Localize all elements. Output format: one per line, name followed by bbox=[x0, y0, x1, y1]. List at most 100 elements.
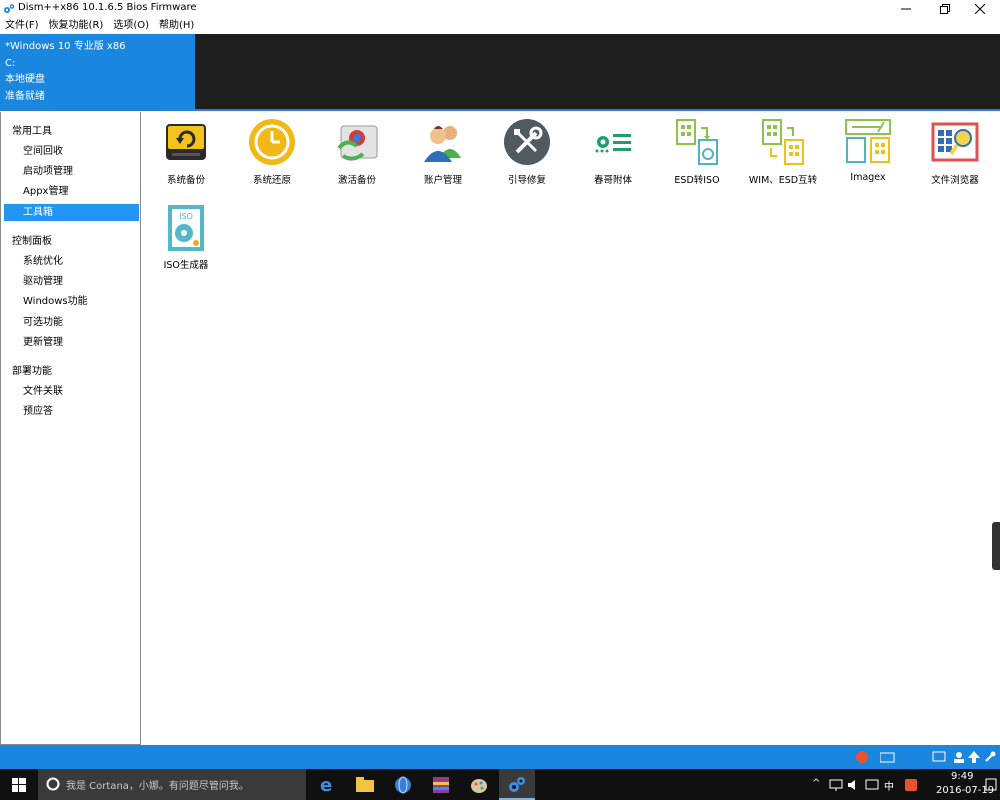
menu-file[interactable]: 文件(F) bbox=[0, 18, 44, 34]
menu-bar: 文件(F) 恢复功能(R) 选项(O) 帮助(H) bbox=[0, 18, 1000, 34]
users-icon bbox=[424, 126, 461, 162]
screen-tray-icon[interactable] bbox=[932, 751, 946, 763]
esd-to-iso-icon bbox=[676, 119, 718, 165]
minimize-button[interactable] bbox=[892, 0, 920, 18]
tool-esd-to-iso[interactable]: ESD转ISO bbox=[653, 113, 741, 193]
taskbar-winrar[interactable] bbox=[423, 769, 459, 800]
wim-esd-convert-icon bbox=[762, 119, 804, 165]
system-info-panel[interactable]: *Windows 10 专业版 x86 C: 本地硬盘 准备就绪 bbox=[0, 34, 195, 109]
tool-boot-repair[interactable]: 引导修复 bbox=[483, 113, 571, 193]
minimize-icon bbox=[901, 8, 911, 10]
sogou-tray-icon[interactable] bbox=[855, 751, 869, 763]
toggle-lines-icon bbox=[595, 134, 631, 153]
globe-icon bbox=[395, 776, 411, 794]
sidebar-item-update-manager[interactable]: 更新管理 bbox=[4, 334, 139, 351]
header-panel: *Windows 10 专业版 x86 C: 本地硬盘 准备就绪 bbox=[0, 34, 1000, 111]
svg-text:ISO: ISO bbox=[179, 212, 193, 221]
taskbar: 我是 Cortana，小娜。有问题尽管问我。 e ^ 中 9:49 2016-0… bbox=[0, 769, 1000, 800]
svg-text:e: e bbox=[320, 776, 332, 794]
search-placeholder: 我是 Cortana，小娜。有问题尽管问我。 bbox=[66, 781, 249, 792]
window-title: Dism++x86 10.1.6.5 Bios Firmware bbox=[18, 2, 197, 13]
people-tray-icon[interactable] bbox=[952, 751, 966, 763]
tool-label: 账户管理 bbox=[423, 175, 462, 186]
tool-label: 文件浏览器 bbox=[931, 175, 979, 186]
sidebar-item-windows-features[interactable]: Windows功能 bbox=[4, 293, 139, 310]
menu-options[interactable]: 选项(O) bbox=[108, 18, 154, 34]
tool-label: 系统还原 bbox=[252, 175, 291, 186]
wrench-screwdriver-icon bbox=[504, 119, 550, 165]
drive-letter: C: bbox=[5, 57, 16, 69]
sidebar-item-toolbox[interactable]: 工具箱 bbox=[4, 204, 139, 221]
network-icon[interactable] bbox=[829, 779, 843, 791]
folder-icon bbox=[356, 777, 374, 792]
os-name: *Windows 10 专业版 x86 bbox=[5, 41, 126, 52]
archive-icon bbox=[433, 777, 449, 793]
palette-icon bbox=[471, 779, 487, 793]
sidebar-group-deployment: 部署功能 bbox=[12, 366, 52, 377]
sidebar-item-optional-features[interactable]: 可选功能 bbox=[4, 314, 139, 331]
sidebar-item-file-association[interactable]: 文件关联 bbox=[4, 383, 139, 400]
volume-icon[interactable] bbox=[847, 779, 861, 791]
sidebar-item-space-cleanup[interactable]: 空间回收 bbox=[4, 143, 139, 160]
iso-generator-icon: ISO bbox=[168, 205, 204, 251]
message-icon[interactable] bbox=[865, 779, 879, 791]
taskbar-file-explorer[interactable] bbox=[347, 769, 383, 800]
disk-type: 本地硬盘 bbox=[5, 74, 45, 85]
tool-iso-generator[interactable]: ISO ISO生成器 bbox=[142, 198, 230, 278]
gear-app-icon bbox=[4, 4, 15, 13]
tool-label: 系统备份 bbox=[166, 175, 205, 186]
tool-label: 激活备份 bbox=[337, 175, 376, 186]
tool-label: 春哥附体 bbox=[593, 175, 632, 186]
sidebar-item-driver-manager[interactable]: 驱动管理 bbox=[4, 273, 139, 290]
tool-system-restore[interactable]: 系统还原 bbox=[228, 113, 316, 193]
tool-imagex[interactable]: Imagex bbox=[824, 113, 912, 193]
gear-icon bbox=[509, 777, 525, 792]
tool-label: 引导修复 bbox=[507, 175, 546, 186]
file-browser-icon bbox=[931, 122, 979, 162]
cortana-icon bbox=[46, 777, 60, 791]
sidebar: 常用工具 空间回收 启动项管理 Appx管理 工具箱 控制面板 系统优化 驱动管… bbox=[0, 112, 141, 745]
sidebar-group-control-panel: 控制面板 bbox=[12, 236, 52, 247]
tool-chunge-futi[interactable]: 春哥附体 bbox=[569, 113, 657, 193]
menu-help[interactable]: 帮助(H) bbox=[154, 18, 199, 34]
cortana-search-box[interactable]: 我是 Cortana，小娜。有问题尽管问我。 bbox=[38, 769, 306, 800]
restore-icon bbox=[940, 4, 950, 14]
taskbar-edge[interactable]: e bbox=[310, 769, 346, 800]
tool-system-backup[interactable]: 系统备份 bbox=[142, 113, 230, 193]
keyboard-tray-icon[interactable] bbox=[880, 751, 896, 763]
windows-logo-icon bbox=[12, 778, 26, 792]
sidebar-group-common-tools: 常用工具 bbox=[12, 126, 52, 137]
sidebar-item-appx-manager[interactable]: Appx管理 bbox=[4, 183, 139, 200]
tool-file-browser[interactable]: 文件浏览器 bbox=[911, 113, 999, 193]
sidebar-item-system-optimize[interactable]: 系统优化 bbox=[4, 253, 139, 270]
taskbar-paint[interactable] bbox=[461, 769, 497, 800]
clock-time[interactable]: 9:49 bbox=[951, 771, 973, 782]
taskbar-dism[interactable] bbox=[499, 769, 535, 800]
imagex-icon bbox=[845, 119, 891, 163]
taskbar-browser[interactable] bbox=[385, 769, 421, 800]
notification-icon[interactable] bbox=[985, 778, 997, 792]
close-button[interactable] bbox=[966, 0, 994, 18]
tool-wim-esd-convert[interactable]: WIM、ESD互转 bbox=[739, 113, 827, 193]
sogou-icon[interactable] bbox=[904, 778, 918, 792]
restore-button[interactable] bbox=[931, 0, 959, 18]
sidebar-item-startup-manager[interactable]: 启动项管理 bbox=[4, 163, 139, 180]
tray-chevron-up-icon[interactable]: ^ bbox=[812, 778, 820, 789]
start-button[interactable] bbox=[0, 769, 38, 800]
tool-activation-backup[interactable]: 激活备份 bbox=[313, 113, 401, 193]
ime-indicator[interactable]: 中 bbox=[884, 778, 894, 793]
up-arrow-icon[interactable] bbox=[968, 751, 980, 763]
tool-label: Imagex bbox=[850, 172, 886, 183]
tool-account-manager[interactable]: 账户管理 bbox=[399, 113, 487, 193]
edge-icon: e bbox=[320, 776, 332, 794]
activation-backup-icon bbox=[337, 125, 378, 161]
wrench-tray-icon[interactable] bbox=[984, 751, 996, 763]
clock-restore-icon bbox=[249, 119, 295, 165]
sidebar-item-pre-answer[interactable]: 预应答 bbox=[4, 403, 139, 420]
status-text: 准备就绪 bbox=[5, 90, 45, 102]
side-grip-handle[interactable] bbox=[992, 522, 1000, 570]
tool-label: ESD转ISO bbox=[674, 175, 720, 186]
disk-backup-icon bbox=[166, 124, 206, 160]
close-icon bbox=[975, 4, 985, 14]
menu-recovery[interactable]: 恢复功能(R) bbox=[44, 18, 109, 34]
